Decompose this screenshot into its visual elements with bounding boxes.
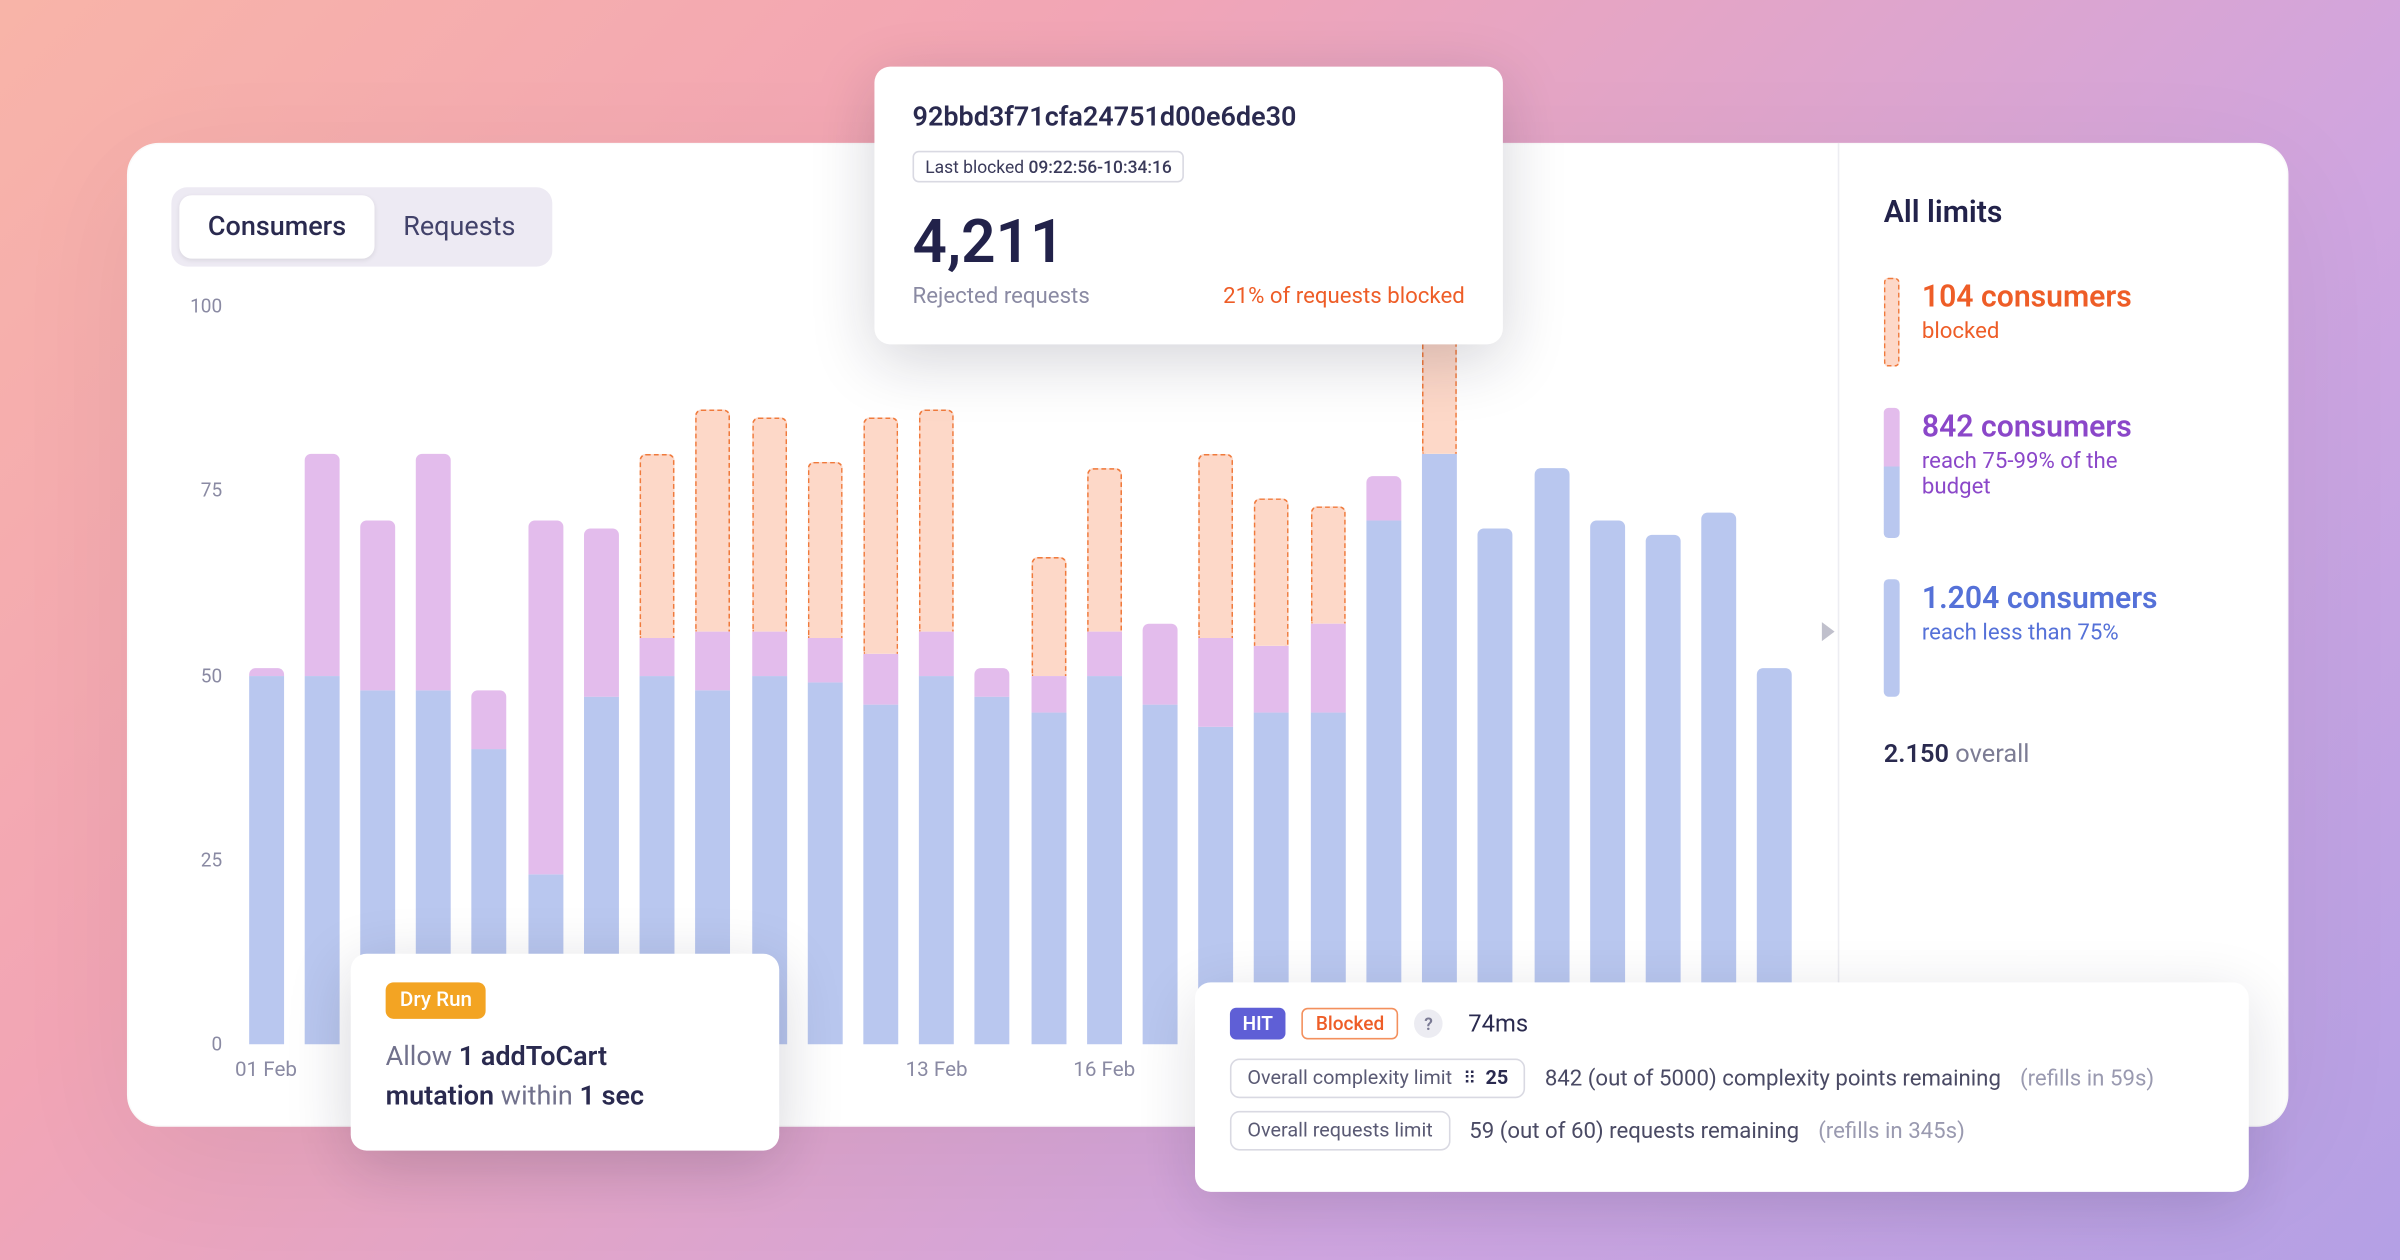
bar-group[interactable] — [1031, 306, 1066, 1044]
legend-blocked: 104 consumers blocked — [1884, 278, 2289, 367]
tooltip-pct-blocked: 21% of requests blocked — [1223, 284, 1465, 309]
bar-group[interactable] — [1646, 306, 1681, 1044]
legend-mid-count: 842 consumers — [1922, 408, 2192, 445]
legend-swatch-blocked — [1884, 278, 1900, 367]
legend-blocked-count: 104 consumers — [1922, 278, 2132, 315]
x-label: 01 Feb — [235, 1059, 297, 1083]
bar-group[interactable] — [807, 306, 842, 1044]
last-blocked-value: 09:22:56-10:34:16 — [1028, 157, 1171, 178]
last-blocked-badge: Last blocked 09:22:56-10:34:16 — [913, 151, 1185, 183]
y-tick: 0 — [211, 1033, 222, 1055]
dice-icon: ⠿ — [1463, 1068, 1474, 1089]
side-title: All limits — [1884, 194, 2289, 231]
bar-group[interactable] — [919, 306, 954, 1044]
help-icon[interactable]: ? — [1414, 1009, 1443, 1038]
y-tick: 75 — [201, 480, 222, 502]
y-axis: 0 25 50 75 100 — [168, 294, 222, 1056]
tooltip-count: 4,211 — [913, 208, 1465, 278]
legend-overall: 2.150 overall — [1884, 738, 2289, 768]
overall-label: overall — [1955, 738, 2029, 768]
legend-low-count: 1.204 consumers — [1922, 579, 2158, 616]
indicator-caret-icon — [1822, 622, 1835, 641]
bar-group[interactable] — [1422, 306, 1457, 1044]
tooltip-hash: 92bbd3f71cfa24751d00e6de30 — [913, 102, 1465, 134]
dry-run-text: Allow 1 addToCart mutation within 1 sec — [386, 1038, 745, 1116]
tab-requests[interactable]: Requests — [375, 195, 544, 258]
bar-group[interactable] — [304, 306, 339, 1044]
bar-group[interactable] — [863, 306, 898, 1044]
latency-value: 74ms — [1468, 1009, 1528, 1038]
overall-number: 2.150 — [1884, 738, 1949, 768]
bar-group[interactable] — [416, 306, 451, 1044]
requests-text: 59 (out of 60) requests remaining — [1469, 1118, 1799, 1143]
x-label: 13 Feb — [906, 1059, 968, 1083]
legend-mid-desc: reach 75-99% of the budget — [1922, 449, 2192, 500]
bar-group[interactable] — [1310, 306, 1345, 1044]
tabs-segmented: Consumers Requests — [171, 187, 551, 266]
y-tick: 100 — [190, 295, 222, 317]
x-label: 16 Feb — [1073, 1059, 1135, 1083]
complexity-pill: Overall complexity limit ⠿ 25 — [1230, 1059, 1526, 1099]
bar-group[interactable] — [1590, 306, 1625, 1044]
bar-group[interactable] — [528, 306, 563, 1044]
legend-low-desc: reach less than 75% — [1922, 621, 2158, 646]
y-tick: 25 — [201, 849, 222, 871]
bar-group[interactable] — [1254, 306, 1289, 1044]
dry-run-badge: Dry Run — [386, 982, 487, 1019]
bar-group[interactable] — [1366, 306, 1401, 1044]
consumer-tooltip: 92bbd3f71cfa24751d00e6de30 Last blocked … — [874, 67, 1502, 345]
bar-group[interactable] — [1143, 306, 1178, 1044]
legend-low: 1.204 consumers reach less than 75% — [1884, 579, 2289, 696]
side-panel: All limits 104 consumers blocked 842 con… — [1838, 143, 2289, 1127]
bar-group[interactable] — [1757, 306, 1792, 1044]
bar-group[interactable] — [696, 306, 731, 1044]
legend-mid: 842 consumers reach 75-99% of the budget — [1884, 408, 2289, 538]
blocked-badge: Blocked — [1302, 1008, 1399, 1040]
dry-run-card: Dry Run Allow 1 addToCart mutation withi… — [351, 954, 779, 1151]
tab-consumers[interactable]: Consumers — [179, 195, 374, 258]
bar-group[interactable] — [360, 306, 395, 1044]
bar-group[interactable] — [1702, 306, 1737, 1044]
legend-swatch-mid — [1884, 408, 1900, 538]
bar-group[interactable] — [1534, 306, 1569, 1044]
bar-group[interactable] — [1478, 306, 1513, 1044]
last-blocked-label: Last blocked — [925, 157, 1024, 178]
complexity-text: 842 (out of 5000) complexity points rema… — [1545, 1066, 2001, 1091]
legend-swatch-low — [1884, 579, 1900, 696]
complexity-limit-line: Overall complexity limit ⠿ 25 842 (out o… — [1230, 1059, 2214, 1099]
bar-group[interactable] — [584, 306, 619, 1044]
y-tick: 50 — [201, 664, 222, 686]
requests-pill: Overall requests limit — [1230, 1111, 1450, 1151]
bar-group[interactable] — [1087, 306, 1122, 1044]
hit-badge: HIT — [1230, 1008, 1286, 1040]
bar-group[interactable] — [472, 306, 507, 1044]
stacked-bar-plot: 01 Feb13 Feb16 Feb — [238, 306, 1803, 1044]
bar-group[interactable] — [249, 306, 284, 1044]
requests-refill: (refills in 345s) — [1818, 1118, 1965, 1143]
bar-group[interactable] — [1199, 306, 1234, 1044]
limits-card: HIT Blocked ? 74ms Overall complexity li… — [1195, 982, 2249, 1191]
complexity-refill: (refills in 59s) — [2020, 1066, 2154, 1091]
tooltip-count-label: Rejected requests — [913, 284, 1090, 309]
bar-group[interactable] — [975, 306, 1010, 1044]
legend-blocked-desc: blocked — [1922, 319, 2132, 344]
bar-group[interactable] — [640, 306, 675, 1044]
requests-limit-line: Overall requests limit 59 (out of 60) re… — [1230, 1111, 2214, 1151]
bar-group[interactable] — [751, 306, 786, 1044]
